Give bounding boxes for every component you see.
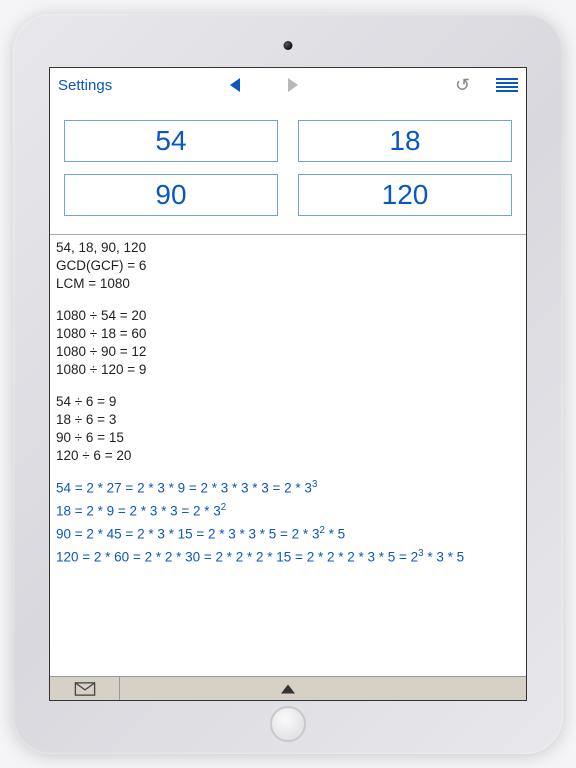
toolbar: Settings ↻ xyxy=(50,68,526,102)
bottom-bar xyxy=(50,676,526,700)
factorization-block: 54 = 2 * 27 = 2 * 3 * 9 = 2 * 3 * 3 * 3 … xyxy=(56,478,520,566)
numbers-line: 54, 18, 90, 120 xyxy=(56,239,520,257)
undo-icon[interactable]: ↻ xyxy=(455,75,470,96)
gcd-line: GCD(GCF) = 6 xyxy=(56,257,520,275)
inputs-grid: 54 18 90 120 xyxy=(50,102,526,234)
gcd-div-block: 54 ÷ 6 = 918 ÷ 6 = 390 ÷ 6 = 15120 ÷ 6 =… xyxy=(56,393,520,466)
lcm-div-line: 1080 ÷ 18 = 60 xyxy=(56,325,520,343)
mail-button[interactable] xyxy=(50,677,120,700)
settings-button[interactable]: Settings xyxy=(58,77,112,94)
lcm-div-line: 1080 ÷ 90 = 12 xyxy=(56,343,520,361)
input-a[interactable]: 54 xyxy=(64,120,278,162)
expand-up-icon[interactable] xyxy=(281,684,295,693)
menu-icon[interactable] xyxy=(496,78,518,92)
lcm-div-line: 1080 ÷ 54 = 20 xyxy=(56,307,520,325)
app-screen: Settings ↻ 54 18 90 120 54, 18, 90, 120 … xyxy=(49,67,527,701)
lcm-div-line: 1080 ÷ 120 = 9 xyxy=(56,361,520,379)
input-b[interactable]: 18 xyxy=(298,120,512,162)
summary-block: 54, 18, 90, 120 GCD(GCF) = 6 LCM = 1080 xyxy=(56,239,520,294)
input-d[interactable]: 120 xyxy=(298,174,512,216)
home-button[interactable] xyxy=(270,706,306,742)
lcm-line: LCM = 1080 xyxy=(56,275,520,293)
factorization-line: 120 = 2 * 60 = 2 * 2 * 30 = 2 * 2 * 2 * … xyxy=(56,547,520,567)
gcd-div-line: 90 ÷ 6 = 15 xyxy=(56,429,520,447)
factorization-line: 90 = 2 * 45 = 2 * 3 * 15 = 2 * 3 * 3 * 5… xyxy=(56,524,520,544)
factorization-line: 54 = 2 * 27 = 2 * 3 * 9 = 2 * 3 * 3 * 3 … xyxy=(56,478,520,498)
next-arrow-icon xyxy=(288,78,298,92)
mail-icon xyxy=(74,682,96,696)
gcd-div-line: 120 ÷ 6 = 20 xyxy=(56,447,520,465)
gcd-div-line: 54 ÷ 6 = 9 xyxy=(56,393,520,411)
lcm-div-block: 1080 ÷ 54 = 201080 ÷ 18 = 601080 ÷ 90 = … xyxy=(56,307,520,380)
gcd-div-line: 18 ÷ 6 = 3 xyxy=(56,411,520,429)
results-panel: 54, 18, 90, 120 GCD(GCF) = 6 LCM = 1080 … xyxy=(50,234,526,676)
factorization-line: 18 = 2 * 9 = 2 * 3 * 3 = 2 * 32 xyxy=(56,501,520,521)
input-c[interactable]: 90 xyxy=(64,174,278,216)
prev-arrow-icon[interactable] xyxy=(230,78,240,92)
ipad-frame: Settings ↻ 54 18 90 120 54, 18, 90, 120 … xyxy=(13,14,563,754)
